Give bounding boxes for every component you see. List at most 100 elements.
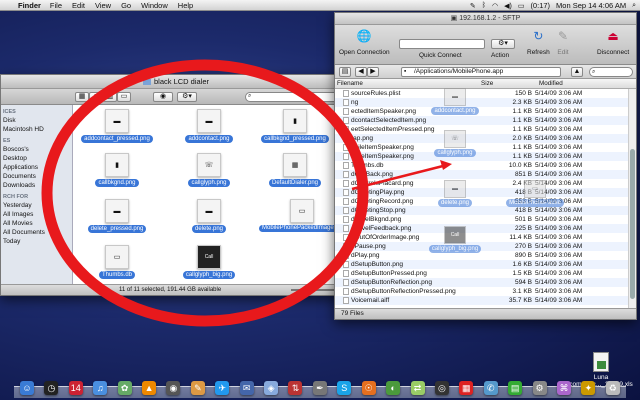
sidebar-item-disk[interactable]: Disk: [1, 116, 72, 125]
ftp-icon[interactable]: ⇅: [288, 381, 303, 395]
file-item[interactable]: ▬ addcontact_pressed.png: [79, 109, 155, 143]
sidebar-item-all-movies[interactable]: All Movies: [1, 219, 72, 228]
icon-view-icon[interactable]: ▦: [75, 92, 89, 102]
menu-help[interactable]: Help: [178, 1, 193, 10]
sidebar-item-all-documents[interactable]: All Documents: [1, 228, 72, 237]
sidebar-item-today[interactable]: Today: [1, 237, 72, 246]
photos-icon[interactable]: ✿: [117, 381, 132, 395]
file-item[interactable]: Call callglyph_big.png: [171, 245, 247, 279]
settings-icon[interactable]: ⚙: [532, 381, 547, 395]
skype-icon[interactable]: S: [337, 381, 352, 395]
preview-icon[interactable]: ◈: [264, 381, 279, 395]
sidebar-item-applications[interactable]: Applications: [1, 163, 72, 172]
menu-finder[interactable]: Finder: [18, 1, 41, 10]
forward-arrow-icon[interactable]: ▶: [367, 67, 379, 77]
col-filename[interactable]: Filename: [337, 79, 363, 89]
dashboard-icon[interactable]: ◷: [44, 381, 59, 395]
quick-connect-combobox[interactable]: [399, 39, 485, 49]
menu-edit[interactable]: Edit: [72, 1, 85, 10]
file-item[interactable]: ▮ callbkgnd.png: [79, 153, 155, 187]
file-item[interactable]: ▬ addcontact.png: [171, 109, 247, 143]
itunes-icon[interactable]: ♫: [93, 381, 108, 395]
sftp-search-input[interactable]: ⌕: [589, 67, 633, 77]
script-icon[interactable]: ✎: [470, 2, 476, 10]
file-item[interactable]: ▮ callbkgnd_pressed.png: [257, 109, 333, 143]
safari-icon[interactable]: ✈: [215, 381, 230, 395]
table-row[interactable]: dSetupButtonReflectionPressed.png 3.1 KB 5…: [335, 287, 628, 296]
refresh-button[interactable]: ↻ Refresh: [527, 28, 550, 56]
file-item[interactable]: ▦ DefaultDialer.png: [257, 153, 333, 187]
sidebar-item-downloads[interactable]: Downloads: [1, 181, 72, 190]
row-modified: 5/14/09 3:06 AM: [535, 216, 583, 223]
battery-icon[interactable]: ▭: [518, 2, 525, 10]
menu-view[interactable]: View: [95, 1, 111, 10]
file-list-scrollbar[interactable]: [628, 89, 636, 308]
activity-icon[interactable]: ▤: [508, 381, 523, 395]
finder-titlebar[interactable]: black LCD dialer: [1, 75, 351, 89]
transmit-icon[interactable]: ⇄: [410, 381, 425, 395]
open-connection-button[interactable]: 🌐 Open Connection: [339, 28, 390, 56]
list-view-icon[interactable]: ≡: [89, 92, 103, 102]
firefox-icon[interactable]: ☉: [361, 381, 376, 395]
sidebar-item-yesterday[interactable]: Yesterday: [1, 201, 72, 210]
sidebar-item-desktop[interactable]: Desktop: [1, 154, 72, 163]
table-row[interactable]: Thumbs.db 10.0 KB 5/14/09 3:06 AM: [335, 161, 628, 170]
table-row[interactable]: dGreetingStop.png 418 B 5/14/09 3:06 AM: [335, 206, 628, 215]
path-selector[interactable]: ▪ /Applications/MobilePhone.app: [401, 67, 561, 77]
col-modified[interactable]: Modified: [539, 79, 563, 89]
table-row[interactable]: dSetupButtonPressed.png 1.5 KB 5/14/09 3:0…: [335, 269, 628, 278]
file-item[interactable]: ▭ Thumbs.db: [79, 245, 155, 279]
menubar-clock[interactable]: Mon Sep 14 4:06 AM: [556, 1, 626, 10]
up-folder-icon[interactable]: ▲: [571, 67, 583, 77]
action-gear-icon[interactable]: ⚙▾: [491, 39, 515, 49]
sftp-titlebar[interactable]: ▣ 192.168.1.2 - SFTP: [335, 13, 636, 25]
mail-icon[interactable]: ✉: [239, 381, 254, 395]
camera-icon[interactable]: ◉: [166, 381, 181, 395]
back-arrow-icon[interactable]: ◀: [355, 67, 367, 77]
table-row[interactable]: dSetupButtonReflection.png 594 B 5/14/09 3…: [335, 278, 628, 287]
table-row[interactable]: dLevelBkgnd.png 501 B 5/14/09 3:06 AM: [335, 215, 628, 224]
volume-icon[interactable]: ◀): [504, 2, 512, 10]
dvd-icon[interactable]: ◎: [434, 381, 449, 395]
sidebar-item-macintosh-hd[interactable]: Macintosh HD: [1, 125, 72, 134]
bluetooth-icon[interactable]: ᛒ: [482, 2, 486, 9]
menu-file[interactable]: File: [50, 1, 62, 10]
wifi-icon[interactable]: ◠: [492, 2, 498, 10]
table-row[interactable]: dcontactSelectedItem.png 1.1 KB 5/14/09 3:…: [335, 116, 628, 125]
file-item[interactable]: ▬ delete_pressed.png: [79, 199, 155, 233]
table-row[interactable]: Voicemail.aiff 35.7 KB 5/14/09 3:06 AM: [335, 296, 628, 305]
pen-icon[interactable]: ✒: [312, 381, 327, 395]
action-gear-icon[interactable]: ⚙▾: [177, 92, 197, 102]
column-view-icon[interactable]: ▥: [103, 92, 117, 102]
calendar-icon[interactable]: 14: [68, 381, 83, 395]
scrollbar-knob[interactable]: [630, 149, 635, 299]
battery-time[interactable]: (0:17): [530, 1, 550, 10]
sidebar-item-home[interactable]: Boscos's: [1, 145, 72, 154]
scripts-icon[interactable]: ⌘: [556, 381, 571, 395]
coverflow-icon[interactable]: ▭: [117, 92, 131, 102]
menu-window[interactable]: Window: [141, 1, 168, 10]
puzzle-icon[interactable]: ✦: [581, 381, 596, 395]
disconnect-button[interactable]: ⏏ Disconnect: [597, 28, 629, 56]
edit-button[interactable]: ✎ Edit: [555, 28, 571, 56]
file-item[interactable]: ▬ delete.png: [171, 199, 247, 233]
sidebar-item-documents[interactable]: Documents: [1, 172, 72, 181]
quicklook-eye-icon[interactable]: ◉: [153, 92, 173, 102]
table-row[interactable]: dSetupButton.png 1.6 KB 5/14/09 3:06 AM: [335, 260, 628, 269]
sidebar-item-all-images[interactable]: All Images: [1, 210, 72, 219]
open-connection-label: Open Connection: [339, 49, 390, 56]
chat-icon[interactable]: ✆: [483, 381, 498, 395]
menu-go[interactable]: Go: [121, 1, 131, 10]
menu-bar: Finder File Edit View Go Window Help ✎ ᛒ…: [0, 0, 640, 11]
table-row[interactable]: dCallBack.png 851 B 5/14/09 3:06 AM: [335, 170, 628, 179]
view-toggle-icon[interactable]: ▤: [339, 67, 351, 77]
row-modified: 5/14/09 3:06 AM: [535, 99, 583, 106]
trash-icon[interactable]: ♻: [605, 381, 620, 395]
spotlight-icon[interactable]: ⌕: [632, 2, 636, 10]
finder-icon[interactable]: ☺: [20, 381, 34, 395]
sketch-icon[interactable]: ✎: [190, 381, 205, 395]
vlc-icon[interactable]: ▲: [142, 381, 157, 395]
file-item[interactable]: ☏ callglyph.png: [171, 153, 247, 187]
adium-icon[interactable]: ◐: [386, 381, 401, 395]
ical-icon[interactable]: ▦: [459, 381, 474, 395]
